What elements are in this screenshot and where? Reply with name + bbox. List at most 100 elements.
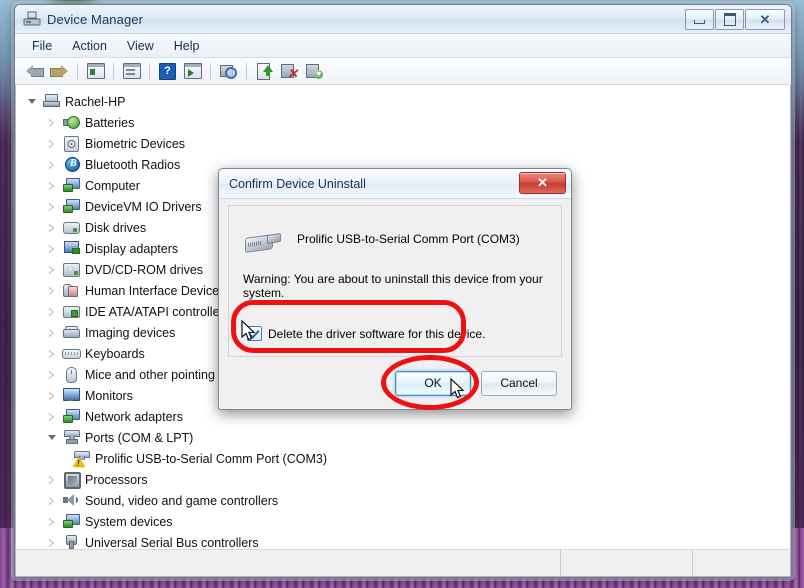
toolbar-separator xyxy=(149,62,150,80)
dialog-warning-text: Warning: You are about to uninstall this… xyxy=(243,272,543,300)
uninstall-device-button[interactable] xyxy=(303,61,326,82)
delete-driver-checkbox-row[interactable]: Delete the driver software for this devi… xyxy=(247,326,561,341)
tree-node-label: Processors xyxy=(85,472,148,487)
statusbar-pane-2 xyxy=(561,550,693,576)
tree-node-sound-video-and-game-controllers[interactable]: Sound, video and game controllers xyxy=(26,490,790,511)
expander-icon[interactable] xyxy=(46,263,59,276)
show-hide-action-pane-button[interactable] xyxy=(181,61,204,82)
tree-node-batteries[interactable]: Batteries xyxy=(26,112,790,133)
menu-view[interactable]: View xyxy=(118,37,163,55)
tree-node-label: Human Interface Devices xyxy=(85,283,226,298)
expander-icon[interactable] xyxy=(46,158,59,171)
tree-node-label: Rachel-HP xyxy=(65,94,126,109)
tree-node-label: DeviceVM IO Drivers xyxy=(85,199,202,214)
expander-icon[interactable] xyxy=(46,515,59,528)
tree-node-root[interactable]: Rachel-HP xyxy=(26,91,790,112)
tree-node-label: DVD/CD-ROM drives xyxy=(85,262,204,277)
expander-icon[interactable] xyxy=(46,179,59,192)
expander-icon[interactable] xyxy=(46,284,59,297)
tree-node-label: Imaging devices xyxy=(85,325,176,340)
menu-help[interactable]: Help xyxy=(165,37,209,55)
statusbar xyxy=(15,549,791,577)
ide-controller-icon xyxy=(62,304,80,319)
expander-icon[interactable] xyxy=(46,242,59,255)
tree-node-label: System devices xyxy=(85,514,173,529)
disable-device-button[interactable]: ✕ xyxy=(278,61,301,82)
scan-for-hardware-changes-icon xyxy=(220,64,237,79)
forward-button[interactable] xyxy=(48,61,71,82)
menu-file[interactable]: File xyxy=(23,37,61,55)
tree-node-prolific-usb-to-serial-comm-port[interactable]: Prolific USB-to-Serial Comm Port (COM3) xyxy=(26,448,790,469)
expander-root-icon[interactable] xyxy=(26,95,39,108)
serial-port-warning-icon xyxy=(72,451,90,468)
expander-icon[interactable] xyxy=(46,368,59,381)
disable-device-icon: ✕ xyxy=(281,63,298,80)
serial-adapter-icon xyxy=(243,228,283,256)
tree-node-label: Prolific USB-to-Serial Comm Port (COM3) xyxy=(95,451,327,466)
expander-icon[interactable] xyxy=(46,410,59,423)
tree-node-system-devices[interactable]: System devices xyxy=(26,511,790,532)
expander-icon[interactable] xyxy=(46,389,59,402)
close-button[interactable]: ✕ xyxy=(745,9,785,30)
tree-node-label: Keyboards xyxy=(85,346,145,361)
dvd-drive-icon xyxy=(62,262,80,277)
update-driver-software-button[interactable] xyxy=(253,61,276,82)
tree-node-label: Computer xyxy=(85,178,140,193)
disk-drive-icon xyxy=(62,220,80,235)
keyboard-icon xyxy=(62,346,81,361)
dialog-close-button[interactable]: ✕ xyxy=(519,172,566,194)
expander-icon[interactable] xyxy=(46,494,59,507)
statusbar-pane-3 xyxy=(693,550,790,576)
help-icon: ? xyxy=(159,62,176,80)
expander-icon[interactable] xyxy=(46,347,59,360)
expander-icon[interactable] xyxy=(46,221,59,234)
tree-node-universal-serial-bus-controllers[interactable]: Universal Serial Bus controllers xyxy=(26,532,790,549)
usb-controller-icon xyxy=(62,535,79,549)
expander-ports-icon[interactable] xyxy=(46,431,59,444)
imaging-device-icon xyxy=(62,325,80,340)
expander-icon[interactable] xyxy=(46,326,59,339)
window-titlebar: Device Manager ✕ xyxy=(15,5,791,34)
minimize-button[interactable] xyxy=(685,9,714,30)
ok-button[interactable]: OK xyxy=(395,370,471,396)
menu-action[interactable]: Action xyxy=(63,37,116,55)
maximize-button[interactable] xyxy=(715,9,744,30)
window-controls: ✕ xyxy=(685,9,785,30)
forward-icon xyxy=(51,65,68,78)
tree-node-label: Ports (COM & LPT) xyxy=(85,430,194,445)
tree-node-label: Disk drives xyxy=(85,220,147,235)
expander-icon[interactable] xyxy=(46,536,59,549)
expander-icon[interactable] xyxy=(46,473,59,486)
cancel-button[interactable]: Cancel xyxy=(481,370,557,396)
close-icon: ✕ xyxy=(537,175,548,190)
computer-node-icon xyxy=(62,178,80,193)
close-icon: ✕ xyxy=(759,12,771,27)
expander-icon[interactable] xyxy=(46,305,59,318)
battery-icon xyxy=(62,115,80,130)
show-hide-action-pane-icon xyxy=(183,63,202,79)
expander-icon[interactable] xyxy=(46,200,59,213)
back-button[interactable] xyxy=(23,61,46,82)
properties-button[interactable] xyxy=(120,61,143,82)
toolbar-separator xyxy=(113,62,114,80)
help-button[interactable]: ? xyxy=(156,61,179,82)
dialog-titlebar: Confirm Device Uninstall ✕ xyxy=(219,169,571,199)
expander-icon[interactable] xyxy=(46,116,59,129)
tree-node-processors[interactable]: Processors xyxy=(26,469,790,490)
scan-for-hardware-changes-button[interactable] xyxy=(217,61,240,82)
show-hide-console-tree-button[interactable] xyxy=(84,61,107,82)
sound-controller-icon xyxy=(62,493,79,508)
dialog-button-row: OK Cancel xyxy=(219,357,571,409)
bluetooth-icon xyxy=(62,157,80,172)
dialog-checkbox-area: Delete the driver software for this devi… xyxy=(229,300,561,341)
computer-icon xyxy=(42,94,60,109)
expander-icon[interactable] xyxy=(46,137,59,150)
tree-node-label: IDE ATA/ATAPI controllers xyxy=(85,304,230,319)
tree-node-biometric-devices[interactable]: Biometric Devices xyxy=(26,133,790,154)
tree-node-ports-com-lpt[interactable]: Ports (COM & LPT) xyxy=(26,427,790,448)
mouse-icon xyxy=(62,367,79,383)
toolbar-separator xyxy=(246,62,247,80)
delete-driver-checkbox[interactable] xyxy=(247,326,262,341)
toolbar-separator xyxy=(210,62,211,80)
dialog-body: Prolific USB-to-Serial Comm Port (COM3) … xyxy=(228,205,562,357)
